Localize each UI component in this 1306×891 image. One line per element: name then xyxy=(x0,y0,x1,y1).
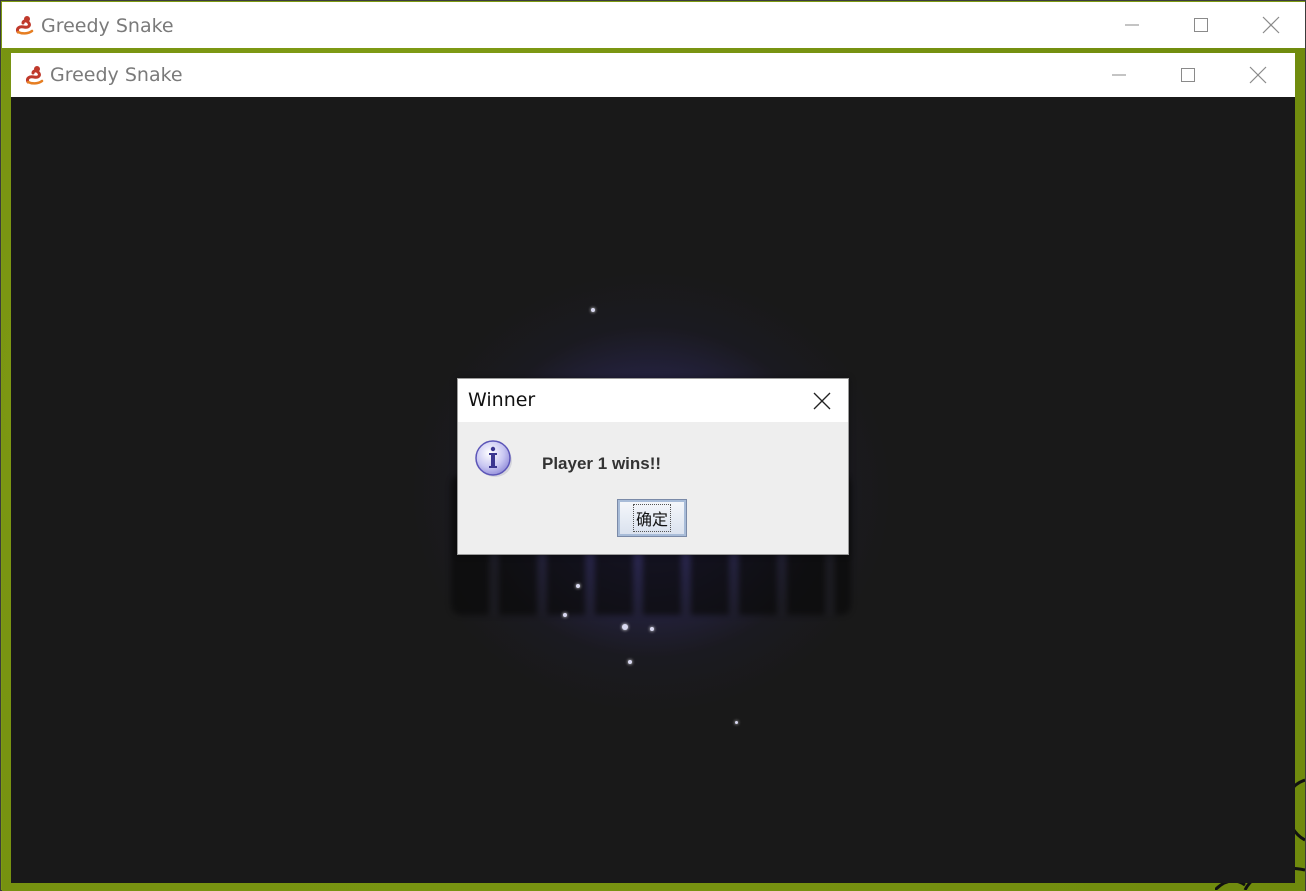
outer-window: Greedy Snake Greedy Snake Winner Player … xyxy=(0,0,1306,891)
star xyxy=(628,660,632,664)
ok-button[interactable]: 确定 xyxy=(617,499,687,537)
minimize-button[interactable] xyxy=(1109,2,1155,48)
dialog-title: Winner xyxy=(468,389,536,411)
snake-icon xyxy=(26,66,44,85)
minimize-button[interactable] xyxy=(1096,52,1142,98)
star xyxy=(650,627,654,631)
close-button[interactable] xyxy=(1248,2,1294,48)
snake-icon xyxy=(16,16,34,35)
star xyxy=(563,613,567,617)
close-icon xyxy=(813,392,831,410)
star xyxy=(622,624,628,630)
dialog-message: Player 1 wins!! xyxy=(542,454,662,473)
star xyxy=(591,308,595,312)
star xyxy=(735,721,738,724)
maximize-icon xyxy=(1181,68,1195,82)
minimize-icon xyxy=(1125,24,1139,26)
dialog-titlebar[interactable]: Winner xyxy=(458,379,848,422)
inner-window-title: Greedy Snake xyxy=(50,64,183,86)
close-icon xyxy=(1262,16,1280,34)
close-icon xyxy=(1249,66,1267,84)
winner-dialog: Winner Player 1 wins!! 确定 xyxy=(457,378,849,555)
outer-titlebar[interactable]: Greedy Snake xyxy=(2,2,1305,48)
maximize-button[interactable] xyxy=(1165,52,1211,98)
inner-titlebar[interactable]: Greedy Snake xyxy=(11,53,1295,97)
ok-button-label: 确定 xyxy=(632,504,671,532)
maximize-button[interactable] xyxy=(1178,2,1224,48)
star xyxy=(576,584,580,588)
dialog-close-button[interactable] xyxy=(802,381,842,421)
minimize-icon xyxy=(1112,74,1126,76)
maximize-icon xyxy=(1194,18,1208,32)
info-icon xyxy=(475,440,512,477)
outer-window-title: Greedy Snake xyxy=(41,15,174,37)
close-button[interactable] xyxy=(1235,52,1281,98)
